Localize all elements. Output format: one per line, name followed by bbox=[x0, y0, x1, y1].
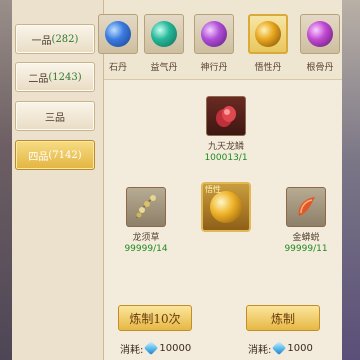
spirit-stone-icon bbox=[272, 340, 287, 356]
result-pill[interactable]: 悟性 bbox=[194, 182, 258, 232]
cost-value: 1000 bbox=[287, 342, 313, 354]
grade-tab-name: 三品 bbox=[45, 112, 65, 124]
grade-tab-3[interactable]: 三品 bbox=[15, 101, 95, 131]
bone-pill-icon bbox=[307, 21, 333, 47]
grade-tab-count: (7142) bbox=[48, 149, 82, 161]
ingredient-name: 九天龙鳞 bbox=[207, 142, 244, 152]
pill-selector-strip: 石丹 益气丹 神行丹 悟性丹 根骨丹 bbox=[98, 0, 344, 80]
enlightenment-pill-icon bbox=[255, 21, 281, 47]
swift-pill-icon bbox=[201, 21, 227, 47]
ingredient-top[interactable]: 九天龙鳞 100013/1 bbox=[196, 96, 256, 163]
cost-label: 消耗: bbox=[248, 344, 272, 356]
dragon-scale-icon bbox=[216, 106, 236, 127]
grade-menu: 一品 (282) 二品 (1243) 三品 四品 (7142) bbox=[12, 0, 104, 360]
stone-pill-icon bbox=[105, 21, 131, 47]
ingredient-frame bbox=[206, 96, 246, 136]
grade-tab-name: 二品 bbox=[28, 73, 49, 85]
pill-frame bbox=[248, 14, 288, 54]
pill-slot-wuxingdan[interactable]: 悟性丹 bbox=[244, 14, 292, 73]
pill-label: 悟性丹 bbox=[254, 63, 282, 73]
qi-pill-icon bbox=[151, 21, 177, 47]
pill-slot-shidan[interactable]: 石丹 bbox=[94, 14, 142, 73]
cost-ten: 消耗: 10000 bbox=[120, 340, 192, 356]
pill-frame bbox=[144, 14, 184, 54]
craft-ten-button[interactable]: 炼制10次 bbox=[118, 305, 192, 331]
backdrop-scenery-left bbox=[0, 0, 12, 360]
result-frame: 悟性 bbox=[201, 182, 251, 232]
ingredient-left[interactable]: 龙须草 99999/14 bbox=[116, 187, 176, 254]
cost-label: 消耗: bbox=[120, 344, 144, 356]
grade-tab-2[interactable]: 二品 (1243) bbox=[15, 62, 95, 92]
dragon-whisker-grass-icon bbox=[136, 195, 156, 219]
ingredient-frame bbox=[286, 187, 326, 227]
grade-tab-1[interactable]: 一品 (282) bbox=[15, 24, 95, 54]
pill-slot-shenxingdan[interactable]: 神行丹 bbox=[190, 14, 238, 73]
grade-tab-count: (282) bbox=[51, 33, 79, 45]
pill-slot-gengudan[interactable]: 根骨丹 bbox=[296, 14, 344, 73]
pill-label: 石丹 bbox=[108, 63, 127, 73]
ingredient-count: 100013/1 bbox=[204, 153, 248, 163]
ingredient-right[interactable]: 金蟒蜕 99999/11 bbox=[276, 187, 336, 254]
pill-slot-yiqidan[interactable]: 益气丹 bbox=[140, 14, 188, 73]
ingredient-count: 99999/14 bbox=[124, 244, 168, 254]
craft-one-button[interactable]: 炼制 bbox=[246, 305, 320, 331]
grade-tab-4[interactable]: 四品 (7142) bbox=[15, 140, 95, 170]
ingredient-frame bbox=[126, 187, 166, 227]
pill-label: 神行丹 bbox=[200, 63, 228, 73]
enlightenment-pill-icon bbox=[210, 191, 242, 223]
alchemy-panel: 石丹 益气丹 神行丹 悟性丹 根骨丹 九天龙鳞 100013/1 龙须草 999… bbox=[98, 0, 344, 360]
pill-frame bbox=[300, 14, 340, 54]
python-slough-icon bbox=[298, 197, 315, 216]
ingredient-name: 龙须草 bbox=[132, 233, 160, 243]
pill-frame bbox=[98, 14, 138, 54]
grade-tab-name: 一品 bbox=[31, 35, 52, 47]
backdrop-scenery-right bbox=[342, 0, 360, 360]
spirit-stone-icon bbox=[144, 340, 159, 356]
ingredient-count: 99999/11 bbox=[284, 244, 328, 254]
pill-frame bbox=[194, 14, 234, 54]
ingredient-name: 金蟒蜕 bbox=[292, 233, 320, 243]
pill-label: 益气丹 bbox=[150, 63, 178, 73]
cost-value: 10000 bbox=[159, 342, 192, 354]
cost-one: 消耗: 1000 bbox=[248, 340, 313, 356]
pill-label: 根骨丹 bbox=[306, 63, 334, 73]
grade-tab-count: (1243) bbox=[48, 71, 82, 83]
grade-tab-name: 四品 bbox=[28, 151, 49, 163]
result-tag: 悟性 bbox=[205, 185, 221, 194]
